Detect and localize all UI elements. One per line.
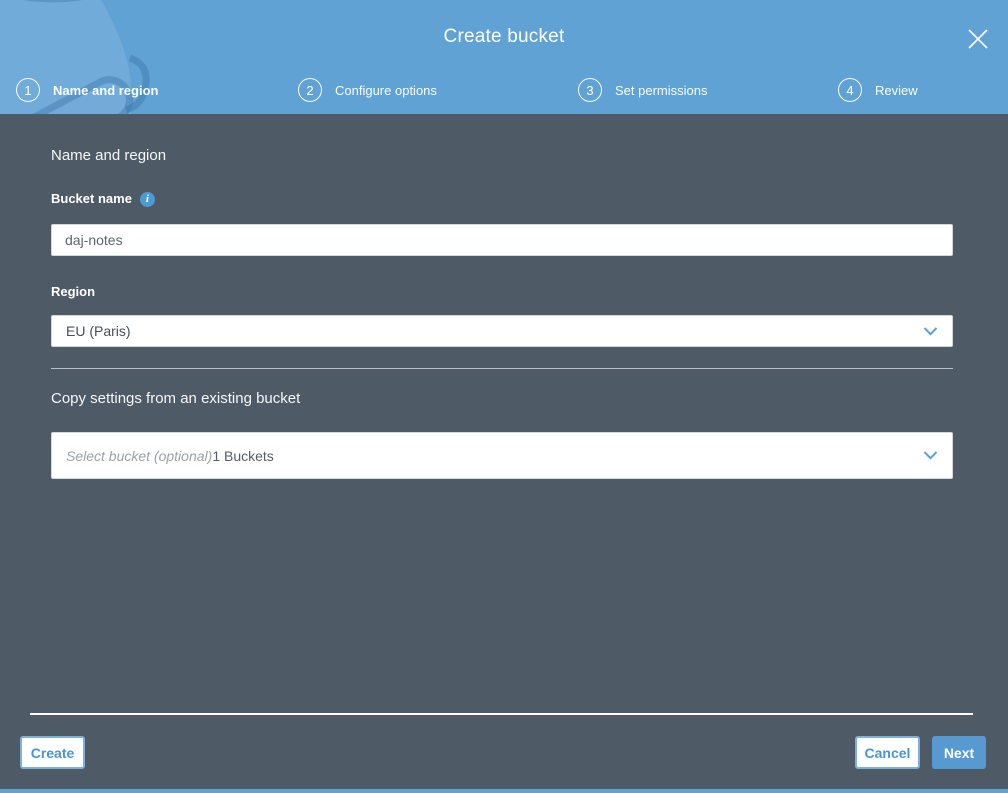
dialog-footer: Create Cancel Next <box>0 713 1008 789</box>
region-selected-value: EU (Paris) <box>66 323 131 339</box>
next-button[interactable]: Next <box>932 736 986 769</box>
wizard-steps: 1 Name and region 2 Configure options 3 … <box>0 76 1008 104</box>
cancel-button[interactable]: Cancel <box>855 736 920 769</box>
chevron-down-icon <box>923 326 938 336</box>
bucket-count-text: 1 Buckets <box>212 447 274 464</box>
step-review[interactable]: 4 Review <box>838 76 918 104</box>
create-button[interactable]: Create <box>20 736 85 769</box>
region-label-text: Region <box>51 284 96 299</box>
close-button[interactable] <box>965 26 991 52</box>
close-icon <box>968 29 988 49</box>
step-label: Set permissions <box>615 82 708 98</box>
dialog-title: Create bucket <box>443 26 565 47</box>
step-number: 2 <box>298 78 322 102</box>
step-number: 1 <box>16 78 40 102</box>
step-name-and-region[interactable]: 1 Name and region <box>16 76 158 104</box>
chevron-down-icon <box>923 451 938 460</box>
create-bucket-dialog: Create bucket 1 Name and region 2 Config… <box>0 0 1008 793</box>
step-configure-options[interactable]: 2 Configure options <box>298 76 437 104</box>
copy-bucket-select[interactable]: Select bucket (optional) 1 Buckets <box>51 432 953 479</box>
step-number: 4 <box>838 78 862 102</box>
region-label: Region <box>51 284 953 300</box>
step-label: Name and region <box>53 82 159 98</box>
copy-settings-title: Copy settings from an existing bucket <box>51 390 301 407</box>
step-number: 3 <box>578 78 602 102</box>
section-title-name-and-region: Name and region <box>51 147 167 164</box>
info-icon[interactable]: i <box>139 191 155 207</box>
bucket-name-input[interactable] <box>51 224 953 256</box>
step-label: Configure options <box>335 82 437 98</box>
section-divider <box>51 368 953 369</box>
dialog-header: Create bucket 1 Name and region 2 Config… <box>0 0 1008 114</box>
bucket-name-label-text: Bucket name <box>51 191 132 206</box>
step-label: Review <box>875 82 918 98</box>
region-select[interactable]: EU (Paris) <box>51 315 953 347</box>
footer-divider <box>30 713 973 715</box>
bucket-select-placeholder: Select bucket (optional) <box>66 447 213 464</box>
bucket-name-label: Bucket name i <box>51 191 953 207</box>
dialog-body: Name and region Bucket name i Region EU … <box>0 114 1008 789</box>
step-set-permissions[interactable]: 3 Set permissions <box>578 76 707 104</box>
page-background-strip <box>0 789 1008 793</box>
